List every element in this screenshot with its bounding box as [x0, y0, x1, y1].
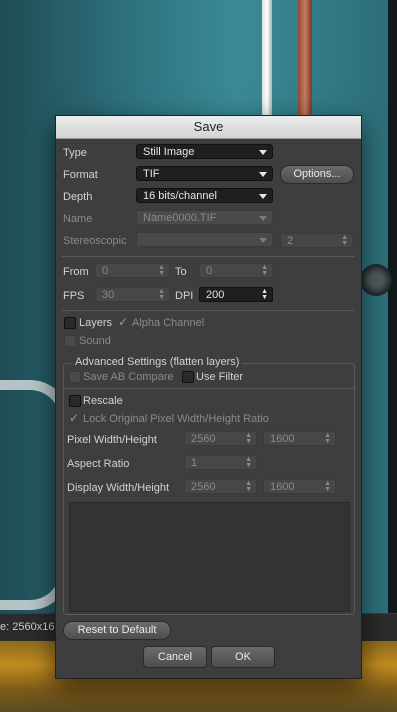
chevron-down-icon	[259, 172, 267, 177]
reset-to-default-button[interactable]: Reset to Default	[63, 621, 171, 640]
layers-label: Layers	[79, 317, 113, 329]
to-label: To	[175, 266, 187, 278]
separator	[64, 388, 354, 389]
stepper-arrows-icon: ▲ ▼	[324, 432, 331, 445]
chevron-down-icon	[259, 150, 267, 155]
scene-rail-white	[262, 0, 272, 115]
scene-knob	[360, 264, 392, 296]
to-stepper[interactable]: 0 ▲ ▼	[199, 263, 273, 278]
dialog-title: Save	[56, 116, 361, 139]
pixel-height-value: 1600	[270, 433, 295, 445]
stepper-arrows-icon: ▲ ▼	[324, 480, 331, 493]
to-value: 0	[206, 265, 213, 277]
use-filter-label: Use Filter	[196, 371, 244, 383]
display-height-stepper[interactable]: 1600 ▲ ▼	[263, 479, 336, 494]
options-button[interactable]: Options...	[280, 165, 354, 184]
type-dropdown[interactable]: Still Image	[136, 144, 273, 159]
aspect-ratio-value: 1	[191, 457, 198, 469]
format-value: TIF	[143, 168, 160, 180]
aspect-ratio-label: Aspect Ratio	[67, 458, 130, 470]
type-value: Still Image	[143, 146, 195, 158]
depth-dropdown[interactable]: 16 bits/channel	[136, 188, 273, 203]
name-label: Name	[63, 213, 93, 225]
stereoscopic-dropdown[interactable]	[136, 232, 273, 247]
sound-checkbox[interactable]	[64, 335, 76, 347]
depth-label: Depth	[63, 191, 93, 203]
scene-shadow	[388, 0, 397, 640]
save-dialog: Save Type Still Image Format TIF Options…	[55, 115, 362, 679]
type-label: Type	[63, 147, 87, 159]
pixel-height-stepper[interactable]: 1600 ▲ ▼	[263, 431, 336, 446]
rescale-checkbox[interactable]	[69, 395, 81, 407]
preview-area	[69, 502, 350, 612]
sound-label: Sound	[79, 335, 111, 347]
save-ab-compare-label: Save AB Compare	[83, 371, 174, 383]
chevron-down-icon	[259, 216, 267, 221]
aspect-ratio-stepper[interactable]: 1 ▲ ▼	[184, 455, 257, 470]
stepper-arrows-icon: ▲ ▼	[245, 432, 252, 445]
format-label: Format	[63, 169, 98, 181]
pixel-width-value: 2560	[191, 433, 216, 445]
stepper-arrows-icon: ▲ ▼	[261, 264, 268, 277]
name-value: Name0000.TIF	[143, 212, 217, 224]
from-stepper[interactable]: 0 ▲ ▼	[95, 263, 170, 278]
checkmark-icon[interactable]: ✓	[69, 411, 79, 425]
use-filter-checkbox[interactable]	[182, 371, 194, 383]
dpi-label: DPI	[175, 290, 194, 302]
separator	[62, 310, 354, 311]
depth-value: 16 bits/channel	[143, 190, 217, 202]
rescale-label: Rescale	[83, 395, 123, 407]
checkmark-icon[interactable]: ✓	[118, 315, 128, 329]
cancel-button[interactable]: Cancel	[143, 646, 207, 668]
display-width-stepper[interactable]: 2560 ▲ ▼	[184, 479, 257, 494]
display-width-value: 2560	[191, 481, 216, 493]
stepper-arrows-icon: ▲ ▼	[261, 288, 268, 301]
stepper-arrows-icon: ▲ ▼	[158, 288, 165, 301]
fps-value: 30	[102, 289, 115, 301]
from-label: From	[63, 266, 89, 278]
lock-ratio-label: Lock Original Pixel Width/Height Ratio	[83, 413, 269, 425]
display-wh-label: Display Width/Height	[67, 482, 170, 494]
stereoscopic-label: Stereoscopic	[63, 235, 127, 247]
stereoscopic-count: 2	[287, 235, 294, 247]
stepper-arrows-icon: ▲ ▼	[158, 264, 165, 277]
chevron-down-icon	[259, 238, 267, 243]
fps-stepper[interactable]: 30 ▲ ▼	[95, 287, 170, 302]
dpi-stepper[interactable]: 200 ▲ ▼	[199, 287, 273, 302]
stepper-arrows-icon: ▲ ▼	[341, 234, 348, 247]
format-dropdown[interactable]: TIF	[136, 166, 273, 181]
stepper-arrows-icon: ▲ ▼	[245, 480, 252, 493]
pixel-width-stepper[interactable]: 2560 ▲ ▼	[184, 431, 257, 446]
stepper-arrows-icon: ▲ ▼	[245, 456, 252, 469]
from-value: 0	[102, 265, 109, 277]
layers-checkbox[interactable]	[64, 317, 76, 329]
pixel-wh-label: Pixel Width/Height	[67, 434, 157, 446]
advanced-settings-group: Advanced Settings (flatten layers) Save …	[63, 356, 355, 615]
save-ab-compare-checkbox[interactable]	[69, 371, 81, 383]
dpi-value: 200	[206, 289, 225, 301]
alpha-channel-label: Alpha Channel	[132, 317, 205, 329]
separator	[62, 256, 354, 257]
chevron-down-icon	[259, 194, 267, 199]
advanced-settings-title: Advanced Settings (flatten layers)	[72, 356, 243, 368]
name-field[interactable]: Name0000.TIF	[136, 210, 273, 225]
fps-label: FPS	[63, 290, 85, 302]
scene-rail-copper	[298, 0, 312, 115]
status-bar-text: e: 2560x16	[0, 621, 55, 633]
ok-button[interactable]: OK	[211, 646, 275, 668]
stereoscopic-count-stepper[interactable]: 2 ▲ ▼	[280, 233, 353, 248]
display-height-value: 1600	[270, 481, 295, 493]
